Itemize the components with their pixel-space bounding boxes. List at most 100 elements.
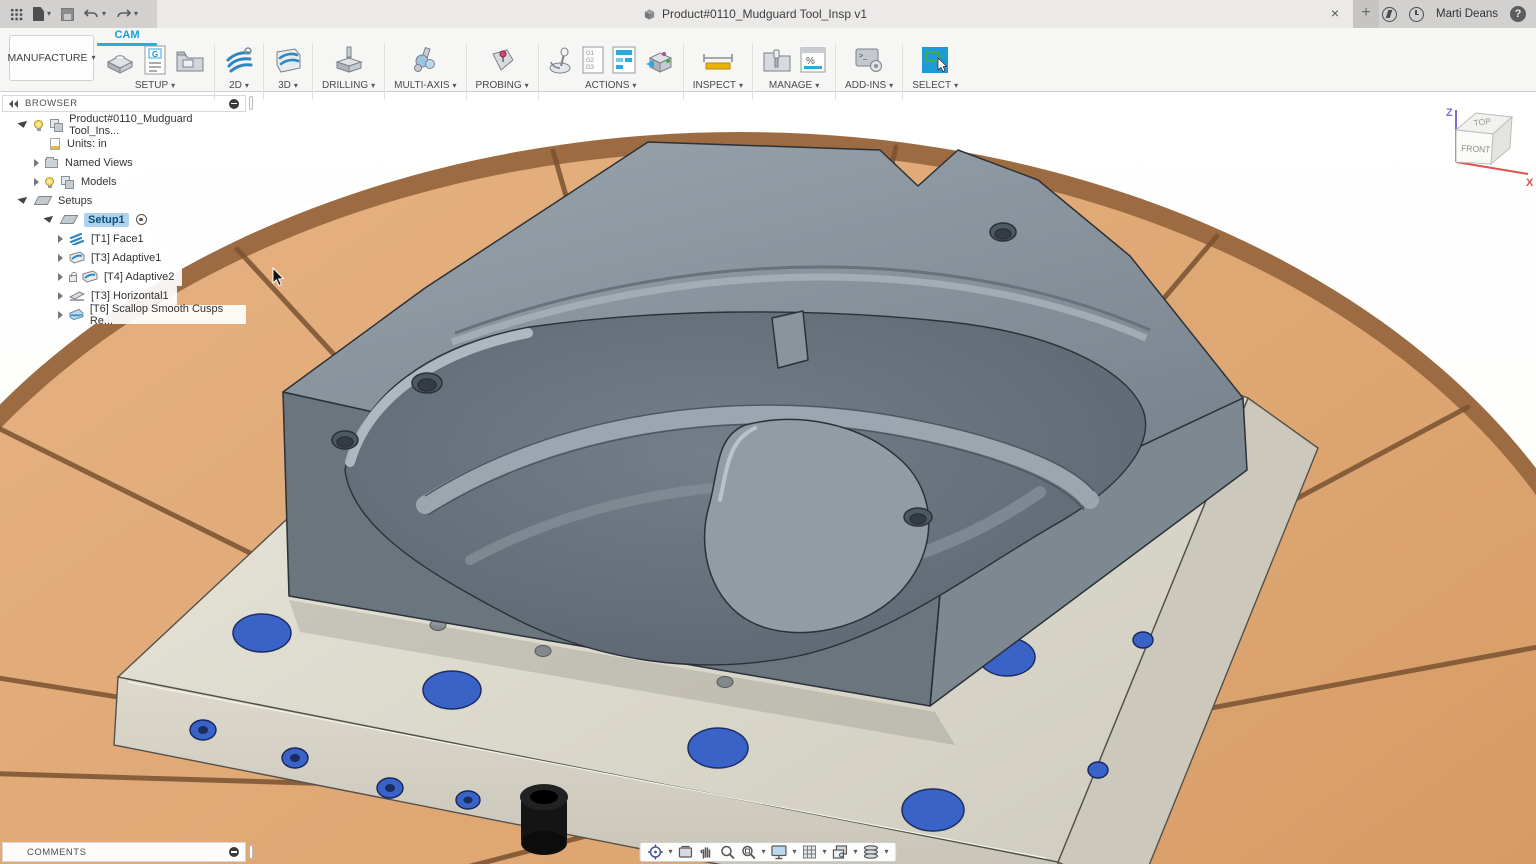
look-at-icon[interactable]	[677, 844, 693, 860]
tree-item-root[interactable]: Product#0110_Mudguard Tool_Ins...	[2, 115, 246, 134]
fit-icon[interactable]	[740, 844, 756, 860]
drilling-menu[interactable]: DRILLING ▾	[322, 80, 375, 91]
orbit-menu-caret[interactable]: ▾	[668, 848, 672, 856]
collapse-panel-icon[interactable]	[9, 100, 19, 108]
collapsed-arrow-icon[interactable]	[34, 159, 39, 167]
collapsed-arrow-icon[interactable]	[58, 273, 63, 281]
axis-z-label: Z	[1446, 107, 1453, 119]
file-icon	[33, 7, 44, 21]
panel-options-icon[interactable]	[229, 99, 239, 109]
multi-axis-menu[interactable]: MULTI-AXIS ▾	[394, 80, 456, 91]
document-title: Product#0110_Mudguard Tool_Insp v1	[662, 7, 867, 21]
2d-milling-icon[interactable]	[224, 46, 254, 74]
tree-item-setups[interactable]: Setups	[2, 191, 100, 210]
undo-button[interactable]: ▾	[84, 8, 106, 20]
visibility-bulb-icon[interactable]	[34, 120, 43, 129]
collapsed-arrow-icon[interactable]	[58, 292, 63, 300]
drilling-icon[interactable]	[334, 46, 364, 74]
3d-milling-icon[interactable]	[273, 46, 303, 74]
visibility-bulb-icon[interactable]	[45, 177, 54, 186]
setup-sheet-icon[interactable]	[612, 46, 636, 74]
measure-icon[interactable]	[701, 46, 735, 74]
simulate-icon[interactable]	[548, 46, 574, 74]
machining-time-icon[interactable]: %	[800, 46, 826, 74]
tree-item-adaptive1[interactable]: [T3] Adaptive1	[2, 248, 169, 267]
adaptive-operation-icon	[82, 270, 98, 283]
nc-program-icon[interactable]: G	[143, 45, 167, 75]
close-tab-button[interactable]: ×	[1327, 5, 1343, 21]
display-menu-caret[interactable]: ▾	[792, 848, 796, 856]
layers-menu-caret[interactable]: ▾	[885, 848, 889, 856]
notifications-icon[interactable]	[1409, 7, 1424, 22]
adaptive-operation-icon	[69, 251, 85, 264]
new-tab-button[interactable]: +	[1353, 0, 1379, 28]
setup-menu[interactable]: SETUP ▾	[135, 80, 175, 91]
tree-item-setup1[interactable]: Setup1	[2, 210, 155, 229]
workspace-selector[interactable]: MANUFACTURE ▾	[9, 35, 94, 81]
user-name[interactable]: Marti Deans	[1436, 8, 1498, 20]
3d-menu[interactable]: 3D ▾	[278, 80, 298, 91]
toolbar-group-drilling: DRILLING ▾	[313, 42, 384, 91]
viewcube[interactable]: Z X TOP FRONT	[1438, 98, 1534, 194]
inspect-menu[interactable]: INSPECT ▾	[693, 80, 743, 91]
post-process-icon[interactable]: G1 G2 G3	[582, 46, 604, 74]
svg-text:G3: G3	[586, 65, 595, 71]
file-menu[interactable]: ▾	[33, 7, 51, 21]
selected-setup-label: Setup1	[84, 213, 129, 227]
collapsed-arrow-icon[interactable]	[34, 178, 39, 186]
collapsed-arrow-icon[interactable]	[58, 235, 63, 243]
add-ins-menu[interactable]: ADD-INS ▾	[845, 80, 893, 91]
help-icon[interactable]: ?	[1510, 6, 1526, 22]
tree-item-adaptive2[interactable]: [T4] Adaptive2	[2, 267, 182, 286]
manage-menu[interactable]: MANAGE ▾	[769, 80, 819, 91]
save-icon[interactable]	[61, 8, 74, 21]
probing-menu[interactable]: PROBING ▾	[476, 80, 529, 91]
folder-icon	[45, 159, 58, 168]
generate-icon[interactable]	[644, 46, 674, 74]
tree-item-face1[interactable]: [T1] Face1	[2, 229, 152, 248]
tree-item-models[interactable]: Models	[2, 172, 124, 191]
fit-menu-caret[interactable]: ▾	[761, 848, 765, 856]
expanded-arrow-icon[interactable]	[17, 196, 28, 204]
setup-folder-icon[interactable]	[175, 47, 205, 73]
toolbar-group-actions: G1 G2 G3	[539, 42, 683, 91]
panel-drag-handle[interactable]	[249, 845, 253, 859]
select-icon[interactable]	[921, 46, 949, 74]
actions-menu[interactable]: ACTIONS ▾	[585, 80, 636, 91]
collapsed-arrow-icon[interactable]	[58, 254, 63, 262]
panel-options-icon[interactable]	[229, 847, 239, 857]
face-operation-icon	[69, 232, 85, 245]
grid-snaps-icon[interactable]	[802, 844, 818, 860]
tree-item-units[interactable]: Units: in	[2, 134, 115, 153]
job-status-icon[interactable]	[1382, 7, 1397, 22]
app-launcher-icon[interactable]	[10, 8, 23, 21]
scripts-addins-icon[interactable]: >_	[854, 46, 884, 74]
tree-item-scallop[interactable]: [T6] Scallop Smooth Cusps Re...	[2, 305, 246, 324]
tool-library-icon[interactable]	[762, 46, 792, 74]
viewports-menu-caret[interactable]: ▾	[854, 848, 858, 856]
redo-icon	[116, 8, 131, 20]
pan-icon[interactable]	[698, 844, 714, 860]
expanded-arrow-icon[interactable]	[17, 120, 28, 128]
document-tab[interactable]: Product#0110_Mudguard Tool_Insp v1 ×	[157, 0, 1353, 28]
toolbar-group-inspect: INSPECT ▾	[684, 42, 752, 91]
new-setup-icon[interactable]	[105, 46, 135, 74]
active-setup-indicator-icon[interactable]	[136, 214, 147, 225]
tree-item-named-views[interactable]: Named Views	[2, 153, 141, 172]
select-menu[interactable]: SELECT ▾	[912, 80, 958, 91]
probing-icon[interactable]	[487, 46, 517, 74]
redo-button[interactable]: ▾	[116, 8, 138, 20]
2d-menu[interactable]: 2D ▾	[229, 80, 249, 91]
zoom-icon[interactable]	[719, 844, 735, 860]
grid-menu-caret[interactable]: ▾	[823, 848, 827, 856]
collapsed-arrow-icon[interactable]	[58, 311, 63, 319]
expanded-arrow-icon[interactable]	[43, 215, 54, 223]
display-settings-icon[interactable]	[770, 844, 787, 860]
orbit-icon[interactable]	[647, 844, 663, 860]
comments-panel[interactable]: COMMENTS	[2, 842, 246, 862]
multi-axis-icon[interactable]	[410, 46, 440, 74]
layers-icon[interactable]	[863, 844, 880, 860]
viewports-icon[interactable]	[832, 844, 849, 860]
clamp-knob[interactable]	[520, 784, 568, 855]
scallop-operation-icon	[69, 308, 84, 321]
